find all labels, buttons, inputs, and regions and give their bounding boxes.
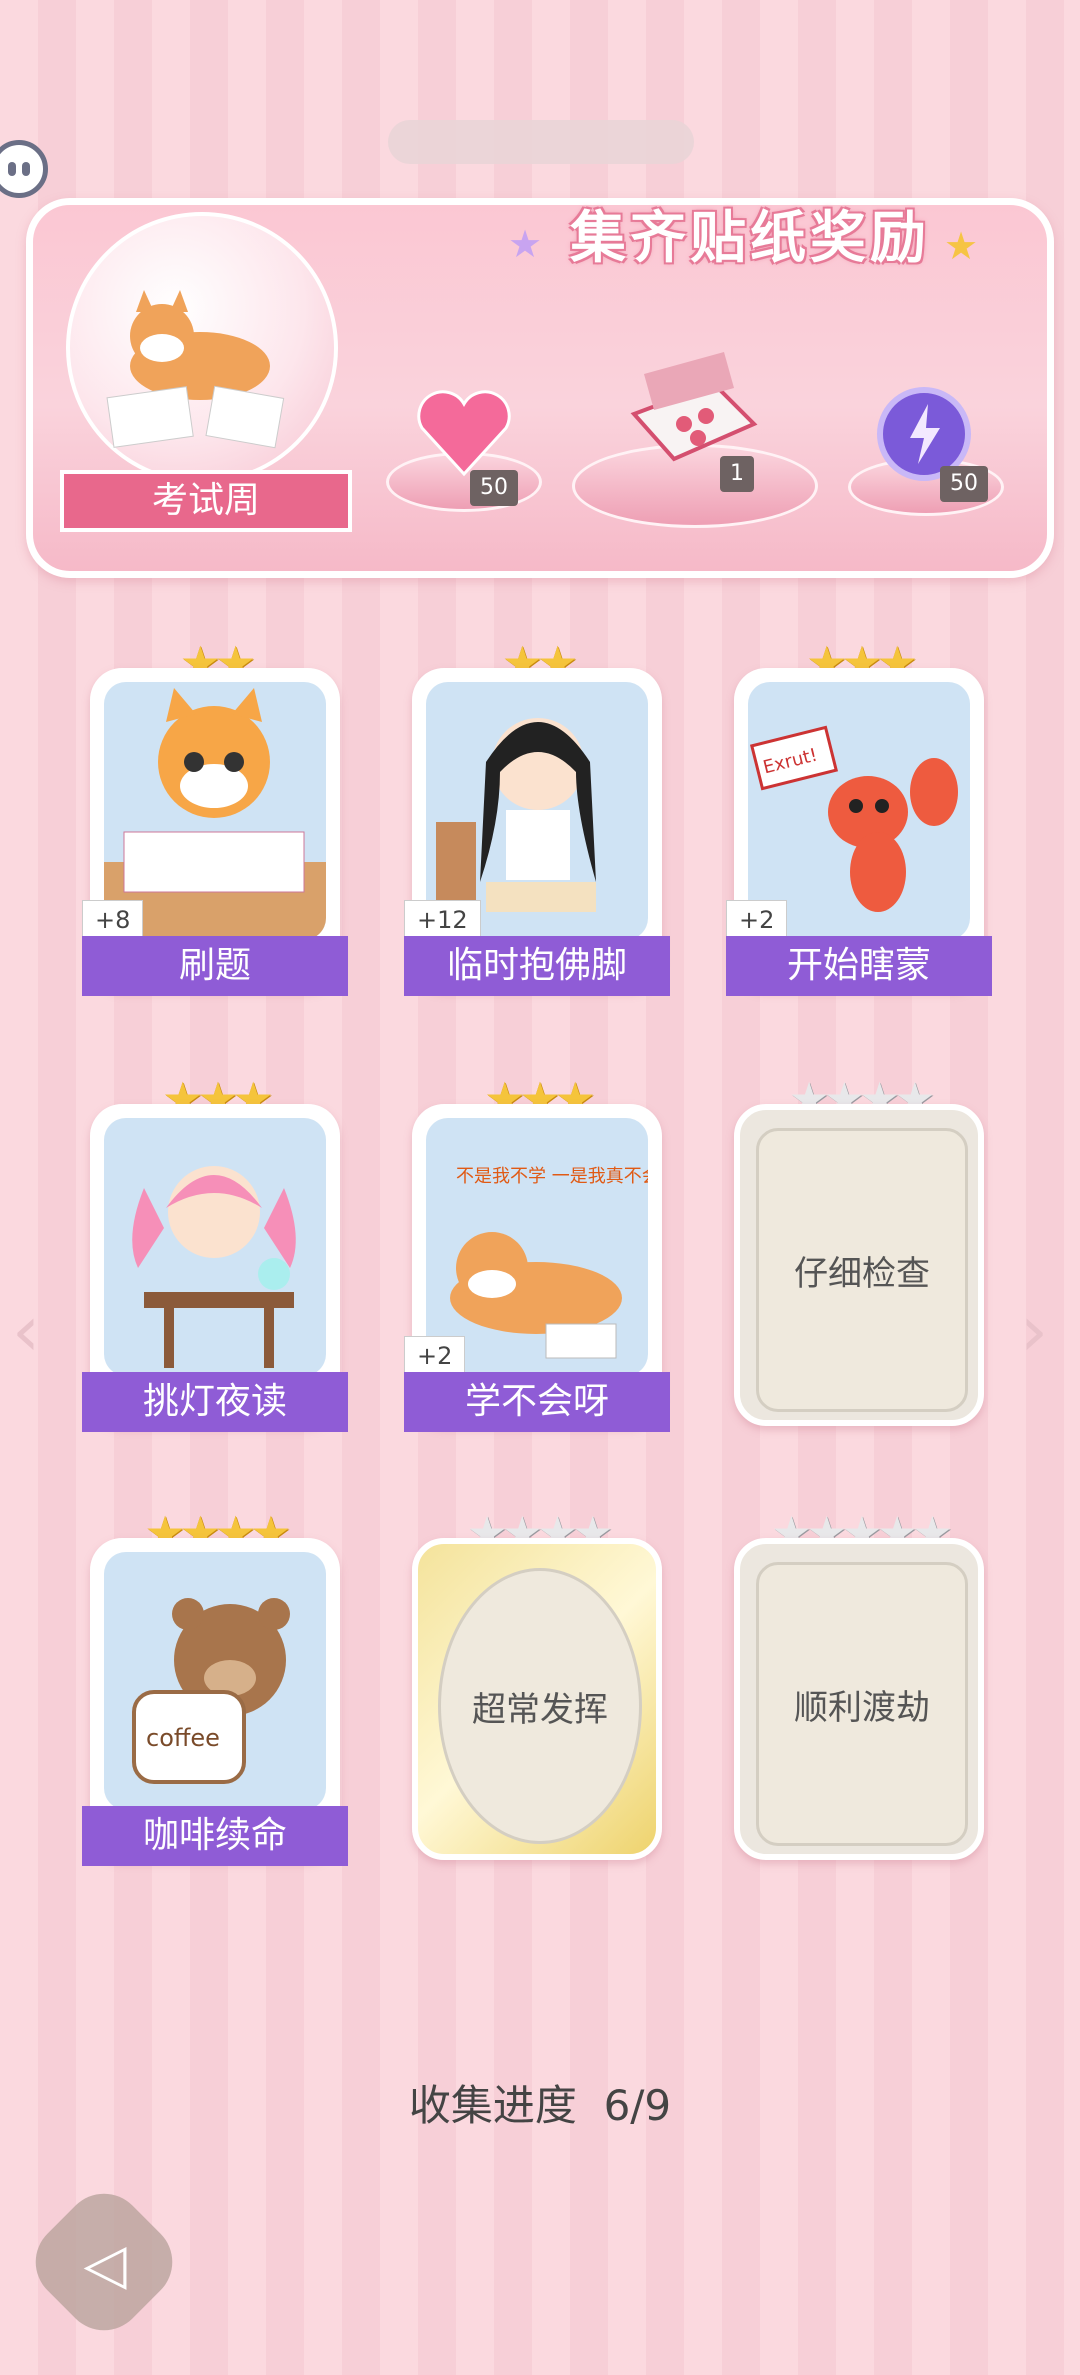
theme-bubble [66, 212, 338, 484]
bonus-tag: +2 [404, 1336, 466, 1376]
heart-gem-icon [414, 388, 514, 482]
reward-count: 1 [720, 456, 754, 492]
sticker-label: 超常发挥 [438, 1568, 642, 1844]
progress-value: 6/9 [603, 2081, 672, 2130]
sticker-label: 仔细检查 [756, 1128, 968, 1412]
shiba-sleeping-icon [106, 290, 285, 449]
sticker-label: 学不会呀 [404, 1372, 670, 1432]
sticker-card-locked[interactable]: ★★★★★ 顺利渡劫 [734, 1506, 984, 1860]
sticker-card-locked[interactable]: ★★★★ 仔细检查 [734, 1072, 984, 1426]
bonus-tag: +2 [726, 900, 788, 940]
bonus-tag: +8 [82, 900, 144, 940]
bear-coffee-icon: coffee [104, 1552, 326, 1810]
reward-count: 50 [940, 466, 988, 502]
sticker-label: 挑灯夜读 [82, 1372, 348, 1432]
sparkle-icon: ★ [944, 224, 979, 268]
sticker-label: 咖啡续命 [82, 1806, 348, 1866]
theme-ribbon: 考试周 [60, 470, 352, 532]
sticker-card[interactable]: ★★★ 挑灯夜读 [82, 1072, 348, 1432]
girl-studying-icon [104, 1118, 326, 1376]
sticker-card[interactable]: ★★★ 不是我不学 一是我真不会呀 +2 学不会呀 [404, 1072, 670, 1432]
cup-text: coffee [146, 1724, 220, 1752]
sticker-card[interactable]: ★★ +8 刷题 [82, 636, 348, 996]
bonus-tag: +12 [404, 900, 481, 940]
sparkle-icon: ★ [508, 222, 543, 266]
sticker-card[interactable]: ★★★ Exrut! +2 开始瞎蒙 [726, 636, 992, 996]
next-page-arrow-icon[interactable]: › [1020, 1290, 1048, 1372]
floating-assistant-button[interactable] [0, 140, 48, 198]
back-arrow-icon[interactable]: ◁ [70, 2230, 140, 2300]
sticker-label: 临时抱佛脚 [404, 936, 670, 996]
reward-banner-title: 集齐贴纸奖励 [570, 206, 930, 271]
sticker-label: 顺利渡劫 [756, 1562, 968, 1846]
status-pill [388, 120, 694, 164]
sticker-label: 刷题 [82, 936, 348, 996]
reward-count: 50 [470, 470, 518, 506]
sticker-card-locked-gold[interactable]: ★★★★ 超常发挥 [412, 1506, 662, 1860]
sticker-label: 开始瞎蒙 [726, 936, 992, 996]
progress-label: 收集进度 [408, 2081, 577, 2130]
art-caption: 不是我不学 一是我真不会呀 [456, 1166, 648, 1187]
sticker-card[interactable]: ★★ +12 临时抱佛脚 [404, 636, 670, 996]
prev-page-arrow-icon[interactable]: ‹ [12, 1290, 40, 1372]
sticker-card[interactable]: ★★★★ coffee 咖啡续命 [82, 1506, 348, 1866]
collection-progress: 收集进度 6/9 [0, 2072, 1080, 2133]
